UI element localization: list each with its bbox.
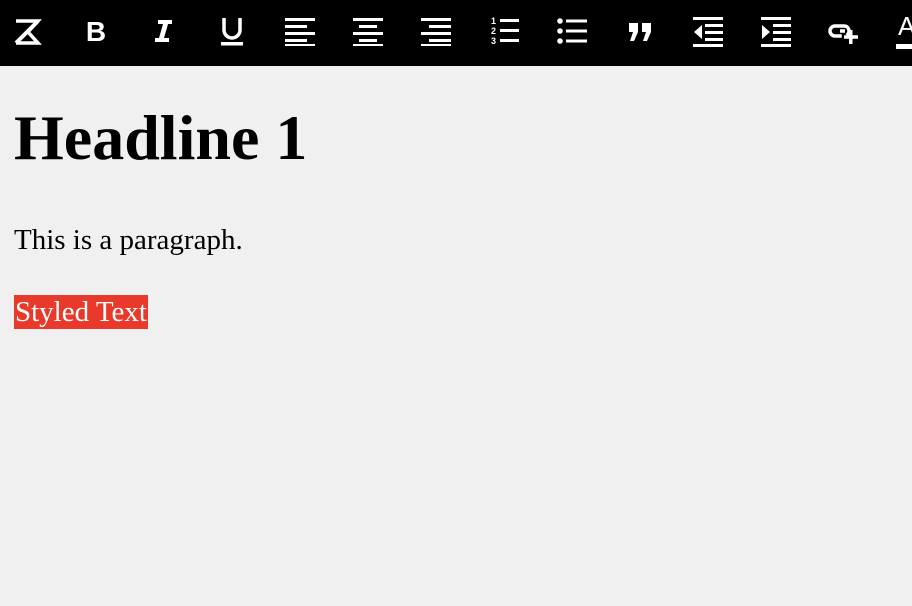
text-color-icon: A [896, 11, 912, 49]
paragraph[interactable]: This is a paragraph. [14, 226, 243, 255]
indent-icon [761, 17, 791, 47]
align-left-button[interactable] [280, 11, 320, 51]
insert-link-icon [828, 24, 858, 44]
ordered-list-icon: 1 2 3 [491, 16, 519, 46]
svg-text:A: A [898, 11, 912, 41]
italic-icon [155, 20, 172, 42]
align-right-button[interactable] [416, 11, 456, 51]
italic-button[interactable] [144, 11, 184, 51]
blockquote-icon [629, 23, 651, 41]
ordered-list-button[interactable]: 1 2 3 [484, 11, 524, 51]
align-right-icon [421, 18, 451, 46]
align-center-icon [353, 18, 383, 46]
outdent-button[interactable] [688, 11, 728, 51]
bold-button[interactable]: B [76, 11, 116, 51]
unordered-list-icon [557, 18, 587, 44]
text-color-button[interactable]: A [888, 11, 912, 51]
outdent-icon [693, 17, 723, 47]
styled-text[interactable]: Styled Text [14, 295, 148, 329]
insert-link-button[interactable] [824, 11, 864, 51]
svg-text:2: 2 [491, 26, 496, 36]
svg-text:B: B [86, 16, 106, 47]
clear-format-button[interactable] [7, 11, 47, 51]
bold-icon: B [86, 16, 106, 47]
editor-area[interactable]: Headline 1 This is a paragraph. Styled T… [0, 66, 912, 606]
svg-text:1: 1 [491, 16, 496, 26]
svg-text:3: 3 [491, 36, 496, 46]
blockquote-button[interactable] [620, 11, 660, 51]
align-center-button[interactable] [348, 11, 388, 51]
clear-format-icon [14, 19, 42, 45]
unordered-list-button[interactable] [552, 11, 592, 51]
formatting-toolbar: B 1 2 3 A [0, 0, 912, 66]
underline-button[interactable] [212, 11, 252, 51]
indent-button[interactable] [756, 11, 796, 51]
align-left-icon [285, 18, 315, 46]
underline-icon [221, 18, 243, 46]
headline-1[interactable]: Headline 1 [14, 106, 307, 170]
